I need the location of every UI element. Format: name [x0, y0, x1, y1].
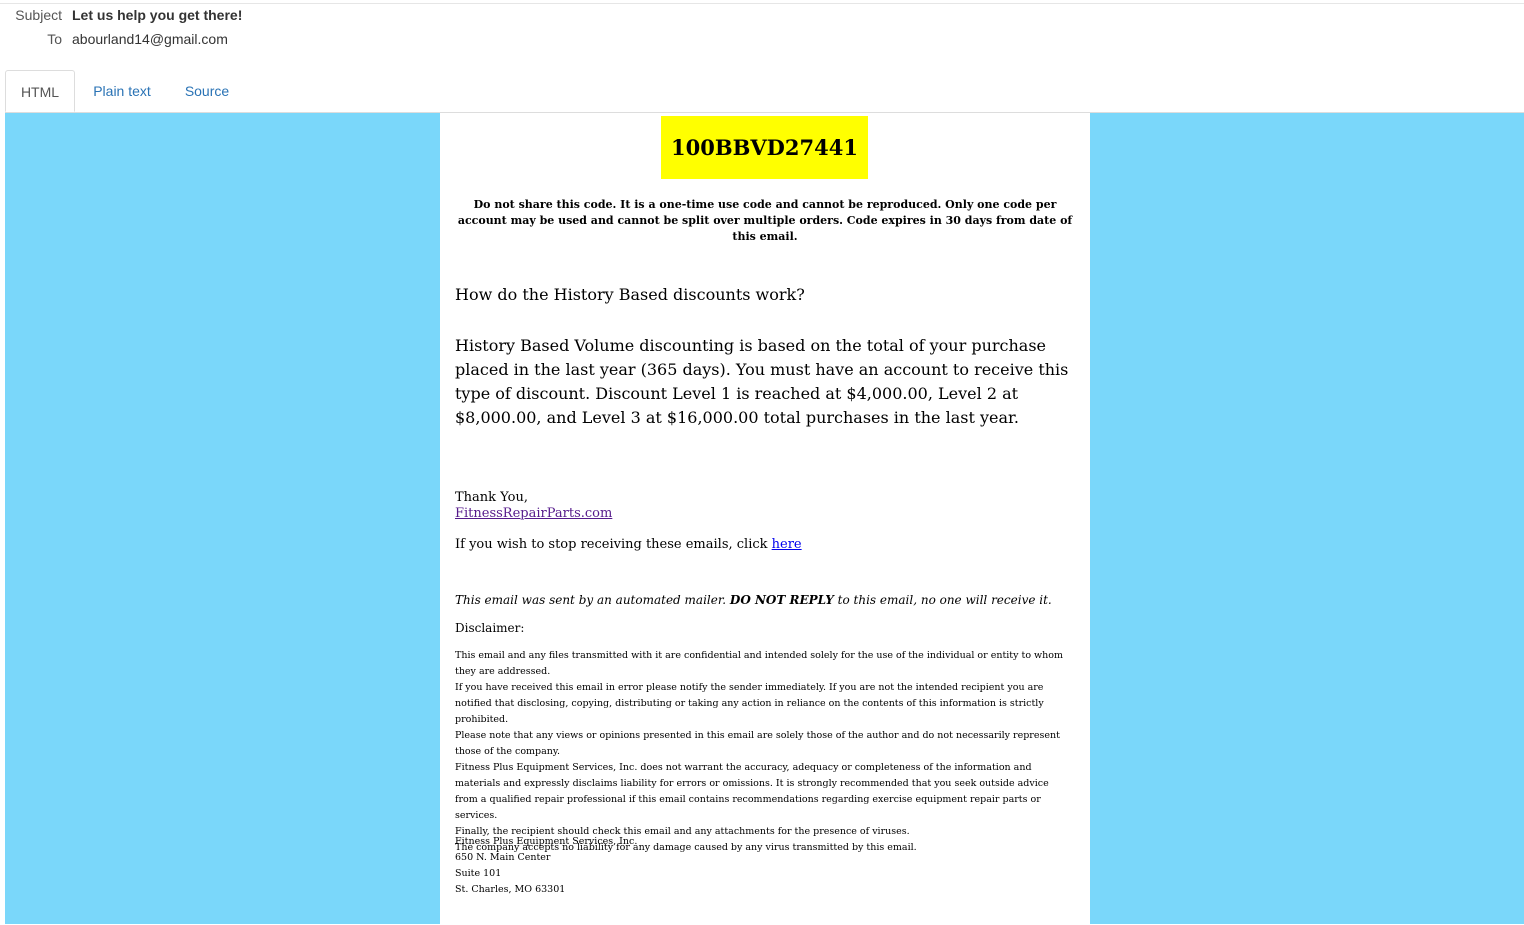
tab-plain-text[interactable]: Plain text: [83, 70, 161, 112]
disclaimer-line: Fitness Plus Equipment Services, Inc. do…: [455, 762, 1049, 821]
discount-explanation: History Based Volume discounting is base…: [455, 336, 1069, 427]
subject-label: Subject: [15, 7, 62, 23]
disclaimer-title: Disclaimer:: [455, 621, 525, 635]
unsubscribe-line: If you wish to stop receiving these emai…: [455, 536, 802, 554]
thanks-text: Thank You,: [455, 490, 528, 505]
disclaimer-line: Please note that any views or opinions p…: [455, 730, 1060, 757]
subject-row: Subject Let us help you get there!: [0, 4, 1524, 26]
code-note: Do not share this code. It is a one-time…: [457, 198, 1073, 243]
automated-mailer-note: This email was sent by an automated mail…: [455, 592, 1052, 608]
site-link[interactable]: FitnessRepairParts.com: [455, 506, 612, 522]
do-not-reply: DO NOT REPLY: [729, 593, 834, 607]
email-content: 100BBVD27441 Do not share this code. It …: [440, 113, 1090, 924]
discount-question: How do the History Based discounts work?: [455, 285, 805, 304]
address-city: St. Charles, MO 63301: [455, 884, 566, 895]
disclaimer-line: This email and any files transmitted wit…: [455, 650, 1064, 677]
to-value: abourland14@gmail.com: [72, 31, 228, 47]
email-frame[interactable]: 100BBVD27441 Do not share this code. It …: [5, 113, 1524, 924]
subject-value: Let us help you get there!: [72, 7, 243, 23]
auto-note-suffix: to this email, no one will receive it.: [833, 593, 1052, 607]
to-label: To: [47, 31, 62, 47]
discount-code: 100BBVD27441: [661, 116, 868, 179]
address-street: 650 N. Main Center: [455, 852, 551, 863]
disclaimer-body: This email and any files transmitted wit…: [455, 648, 1065, 856]
to-row: To abourland14@gmail.com: [0, 28, 1524, 50]
unsubscribe-text: If you wish to stop receiving these emai…: [455, 537, 772, 552]
tab-html[interactable]: HTML: [5, 70, 75, 112]
address-company: Fitness Plus Equipment Services, Inc.: [455, 836, 638, 847]
disclaimer-line: If you have received this email in error…: [455, 682, 1044, 725]
address-suite: Suite 101: [455, 868, 502, 879]
company-address: Fitness Plus Equipment Services, Inc. 65…: [455, 834, 637, 898]
unsubscribe-link[interactable]: here: [772, 537, 802, 552]
auto-note-prefix: This email was sent by an automated mail…: [455, 593, 730, 607]
tab-source[interactable]: Source: [175, 70, 239, 112]
view-tabs: HTML Plain text Source: [5, 70, 1524, 113]
